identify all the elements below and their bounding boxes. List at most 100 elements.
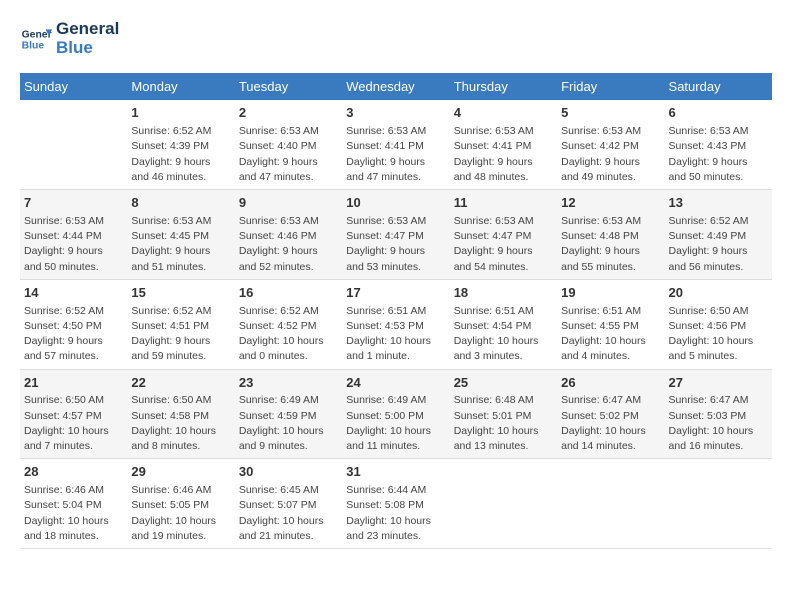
calendar-cell: 8Sunrise: 6:53 AM Sunset: 4:45 PM Daylig…: [127, 190, 234, 280]
calendar-cell: 30Sunrise: 6:45 AM Sunset: 5:07 PM Dayli…: [235, 459, 342, 549]
day-number: 30: [239, 463, 338, 482]
calendar-cell: 26Sunrise: 6:47 AM Sunset: 5:02 PM Dayli…: [557, 369, 664, 459]
day-info: Sunrise: 6:52 AM Sunset: 4:50 PM Dayligh…: [24, 304, 123, 365]
day-info: Sunrise: 6:46 AM Sunset: 5:04 PM Dayligh…: [24, 483, 123, 544]
logo-text-blue: Blue: [56, 39, 119, 58]
day-info: Sunrise: 6:52 AM Sunset: 4:51 PM Dayligh…: [131, 304, 230, 365]
day-info: Sunrise: 6:52 AM Sunset: 4:39 PM Dayligh…: [131, 124, 230, 185]
header-day: Wednesday: [342, 73, 449, 100]
day-info: Sunrise: 6:47 AM Sunset: 5:03 PM Dayligh…: [669, 393, 768, 454]
calendar-week-row: 21Sunrise: 6:50 AM Sunset: 4:57 PM Dayli…: [20, 369, 772, 459]
calendar-table: SundayMondayTuesdayWednesdayThursdayFrid…: [20, 73, 772, 549]
day-info: Sunrise: 6:51 AM Sunset: 4:53 PM Dayligh…: [346, 304, 445, 365]
day-info: Sunrise: 6:53 AM Sunset: 4:42 PM Dayligh…: [561, 124, 660, 185]
header-day: Saturday: [665, 73, 772, 100]
day-number: 8: [131, 194, 230, 213]
logo: General Blue General Blue: [20, 20, 119, 57]
day-number: 18: [454, 284, 553, 303]
calendar-cell: 21Sunrise: 6:50 AM Sunset: 4:57 PM Dayli…: [20, 369, 127, 459]
calendar-cell: 14Sunrise: 6:52 AM Sunset: 4:50 PM Dayli…: [20, 279, 127, 369]
day-number: 31: [346, 463, 445, 482]
header-row: SundayMondayTuesdayWednesdayThursdayFrid…: [20, 73, 772, 100]
day-number: 12: [561, 194, 660, 213]
calendar-cell: 23Sunrise: 6:49 AM Sunset: 4:59 PM Dayli…: [235, 369, 342, 459]
day-number: 4: [454, 104, 553, 123]
calendar-header: SundayMondayTuesdayWednesdayThursdayFrid…: [20, 73, 772, 100]
calendar-cell: 28Sunrise: 6:46 AM Sunset: 5:04 PM Dayli…: [20, 459, 127, 549]
day-info: Sunrise: 6:52 AM Sunset: 4:52 PM Dayligh…: [239, 304, 338, 365]
header-day: Thursday: [450, 73, 557, 100]
calendar-week-row: 1Sunrise: 6:52 AM Sunset: 4:39 PM Daylig…: [20, 100, 772, 189]
calendar-week-row: 7Sunrise: 6:53 AM Sunset: 4:44 PM Daylig…: [20, 190, 772, 280]
calendar-cell: 12Sunrise: 6:53 AM Sunset: 4:48 PM Dayli…: [557, 190, 664, 280]
day-info: Sunrise: 6:53 AM Sunset: 4:47 PM Dayligh…: [346, 214, 445, 275]
day-number: 1: [131, 104, 230, 123]
day-info: Sunrise: 6:53 AM Sunset: 4:46 PM Dayligh…: [239, 214, 338, 275]
day-info: Sunrise: 6:44 AM Sunset: 5:08 PM Dayligh…: [346, 483, 445, 544]
logo-text: General: [56, 20, 119, 39]
calendar-cell: 10Sunrise: 6:53 AM Sunset: 4:47 PM Dayli…: [342, 190, 449, 280]
day-info: Sunrise: 6:53 AM Sunset: 4:40 PM Dayligh…: [239, 124, 338, 185]
day-info: Sunrise: 6:50 AM Sunset: 4:58 PM Dayligh…: [131, 393, 230, 454]
day-info: Sunrise: 6:48 AM Sunset: 5:01 PM Dayligh…: [454, 393, 553, 454]
day-number: 15: [131, 284, 230, 303]
calendar-cell: 9Sunrise: 6:53 AM Sunset: 4:46 PM Daylig…: [235, 190, 342, 280]
day-number: 6: [669, 104, 768, 123]
day-number: 14: [24, 284, 123, 303]
day-info: Sunrise: 6:47 AM Sunset: 5:02 PM Dayligh…: [561, 393, 660, 454]
calendar-cell: 5Sunrise: 6:53 AM Sunset: 4:42 PM Daylig…: [557, 100, 664, 189]
page-header: General Blue General Blue: [20, 20, 772, 57]
calendar-cell: 19Sunrise: 6:51 AM Sunset: 4:55 PM Dayli…: [557, 279, 664, 369]
calendar-cell: 13Sunrise: 6:52 AM Sunset: 4:49 PM Dayli…: [665, 190, 772, 280]
calendar-cell: 3Sunrise: 6:53 AM Sunset: 4:41 PM Daylig…: [342, 100, 449, 189]
calendar-cell: 15Sunrise: 6:52 AM Sunset: 4:51 PM Dayli…: [127, 279, 234, 369]
day-number: 24: [346, 374, 445, 393]
day-info: Sunrise: 6:53 AM Sunset: 4:41 PM Dayligh…: [346, 124, 445, 185]
day-info: Sunrise: 6:49 AM Sunset: 5:00 PM Dayligh…: [346, 393, 445, 454]
calendar-cell: 18Sunrise: 6:51 AM Sunset: 4:54 PM Dayli…: [450, 279, 557, 369]
calendar-cell: 29Sunrise: 6:46 AM Sunset: 5:05 PM Dayli…: [127, 459, 234, 549]
day-number: 9: [239, 194, 338, 213]
calendar-week-row: 28Sunrise: 6:46 AM Sunset: 5:04 PM Dayli…: [20, 459, 772, 549]
day-number: 26: [561, 374, 660, 393]
calendar-cell: [665, 459, 772, 549]
day-number: 29: [131, 463, 230, 482]
header-day: Monday: [127, 73, 234, 100]
day-number: 20: [669, 284, 768, 303]
calendar-cell: 6Sunrise: 6:53 AM Sunset: 4:43 PM Daylig…: [665, 100, 772, 189]
header-day: Sunday: [20, 73, 127, 100]
calendar-cell: [20, 100, 127, 189]
calendar-cell: 22Sunrise: 6:50 AM Sunset: 4:58 PM Dayli…: [127, 369, 234, 459]
calendar-body: 1Sunrise: 6:52 AM Sunset: 4:39 PM Daylig…: [20, 100, 772, 548]
day-number: 17: [346, 284, 445, 303]
calendar-cell: 24Sunrise: 6:49 AM Sunset: 5:00 PM Dayli…: [342, 369, 449, 459]
calendar-cell: 31Sunrise: 6:44 AM Sunset: 5:08 PM Dayli…: [342, 459, 449, 549]
calendar-cell: 16Sunrise: 6:52 AM Sunset: 4:52 PM Dayli…: [235, 279, 342, 369]
day-number: 16: [239, 284, 338, 303]
day-number: 19: [561, 284, 660, 303]
day-info: Sunrise: 6:52 AM Sunset: 4:49 PM Dayligh…: [669, 214, 768, 275]
day-number: 5: [561, 104, 660, 123]
day-info: Sunrise: 6:53 AM Sunset: 4:43 PM Dayligh…: [669, 124, 768, 185]
svg-text:Blue: Blue: [22, 40, 45, 51]
day-number: 23: [239, 374, 338, 393]
day-info: Sunrise: 6:53 AM Sunset: 4:48 PM Dayligh…: [561, 214, 660, 275]
day-info: Sunrise: 6:53 AM Sunset: 4:44 PM Dayligh…: [24, 214, 123, 275]
calendar-cell: 27Sunrise: 6:47 AM Sunset: 5:03 PM Dayli…: [665, 369, 772, 459]
day-info: Sunrise: 6:53 AM Sunset: 4:45 PM Dayligh…: [131, 214, 230, 275]
day-number: 27: [669, 374, 768, 393]
calendar-cell: [557, 459, 664, 549]
day-info: Sunrise: 6:51 AM Sunset: 4:55 PM Dayligh…: [561, 304, 660, 365]
calendar-cell: 4Sunrise: 6:53 AM Sunset: 4:41 PM Daylig…: [450, 100, 557, 189]
day-number: 7: [24, 194, 123, 213]
day-info: Sunrise: 6:53 AM Sunset: 4:41 PM Dayligh…: [454, 124, 553, 185]
day-number: 21: [24, 374, 123, 393]
logo-icon: General Blue: [20, 23, 52, 55]
day-info: Sunrise: 6:53 AM Sunset: 4:47 PM Dayligh…: [454, 214, 553, 275]
calendar-week-row: 14Sunrise: 6:52 AM Sunset: 4:50 PM Dayli…: [20, 279, 772, 369]
calendar-cell: 11Sunrise: 6:53 AM Sunset: 4:47 PM Dayli…: [450, 190, 557, 280]
day-number: 3: [346, 104, 445, 123]
calendar-cell: [450, 459, 557, 549]
calendar-cell: 17Sunrise: 6:51 AM Sunset: 4:53 PM Dayli…: [342, 279, 449, 369]
day-info: Sunrise: 6:45 AM Sunset: 5:07 PM Dayligh…: [239, 483, 338, 544]
